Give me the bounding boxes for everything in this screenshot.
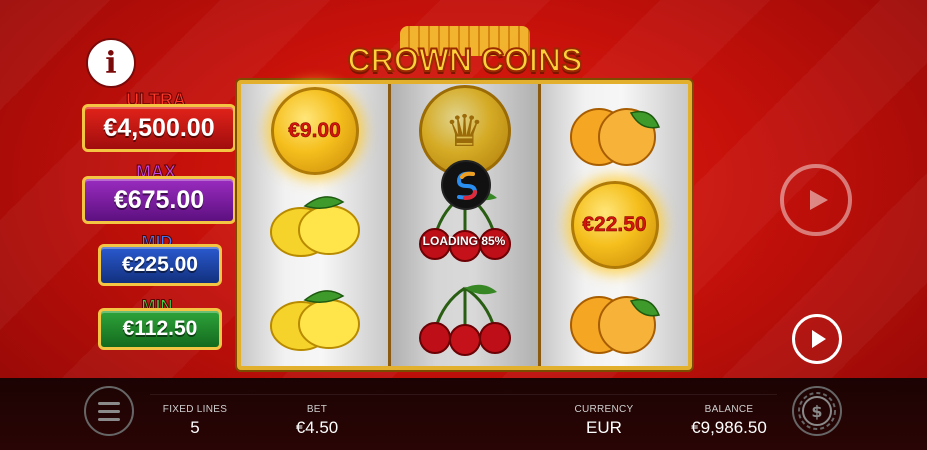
bet-settings-button[interactable]: $ [792, 386, 842, 436]
symbol-coin: €9.00 [241, 84, 388, 178]
reel-1: €9.00 [241, 84, 388, 366]
spin-icon [812, 330, 826, 348]
menu-icon [98, 401, 120, 405]
coin-symbol: €22.50 [570, 181, 659, 269]
jackpot-min: MIN €112.50 [98, 296, 222, 352]
info-button[interactable]: i [86, 38, 136, 88]
cherry-icon [418, 284, 511, 356]
provider-logo-icon [456, 171, 478, 200]
jackpot-max: MAX €675.00 [82, 162, 236, 224]
fixed-lines-label: FIXED LINES [162, 404, 228, 415]
balance: BALANCE €9,986.50 [676, 404, 782, 438]
orange-icon [569, 296, 660, 354]
menu-icon-line [98, 409, 120, 413]
symbol-orange [541, 84, 688, 178]
balance-label: BALANCE [704, 404, 754, 415]
balance-value: €9,986.50 [691, 418, 767, 437]
symbol-coin: €22.50 [541, 178, 688, 272]
lemon-icon [269, 196, 360, 257]
lemon-icon [269, 290, 360, 351]
bet: BET €4.50 [282, 404, 352, 438]
jackpot-value: €112.50 [98, 308, 222, 350]
currency-label: CURRENCY [574, 404, 634, 415]
bottom-bar: FIXED LINES 5 BET €4.50 CURRENCY EUR BAL… [0, 378, 927, 450]
menu-icon-line [98, 417, 120, 421]
reel-area: €9.00 ♛ €22.50 [237, 80, 692, 370]
coin-stack-icon: $ [798, 392, 836, 430]
symbol-lemon [241, 178, 388, 272]
jackpot-value: €4,500.00 [82, 104, 236, 152]
menu-button[interactable] [84, 386, 134, 436]
game-logo: CROWN COINS [345, 26, 585, 82]
symbol-lemon [241, 272, 388, 366]
coin-symbol: €9.00 [270, 87, 359, 175]
orange-icon [569, 108, 660, 166]
reel-2: ♛ [391, 84, 538, 366]
loading-spinner [441, 160, 491, 210]
jackpot-value: €675.00 [82, 176, 236, 224]
bet-label: BET [306, 404, 328, 415]
jackpot-value: €225.00 [98, 244, 222, 286]
symbol-orange [541, 272, 688, 366]
jackpot-mid: MID €225.00 [98, 232, 222, 288]
symbol-cherry [391, 272, 538, 366]
currency-value: EUR [586, 418, 622, 437]
currency: CURRENCY EUR [568, 404, 640, 438]
logo-text: CROWN COINS [347, 41, 584, 79]
autoplay-icon [810, 190, 828, 210]
divider [150, 394, 777, 395]
reel-3: €22.50 [541, 84, 688, 366]
spin-button[interactable] [792, 314, 842, 364]
bet-value: €4.50 [295, 418, 339, 437]
autoplay-button[interactable] [780, 164, 852, 236]
loading-text: LOADING 85% [422, 234, 506, 248]
svg-text:$: $ [811, 402, 822, 421]
jackpot-ultra: ULTRA €4,500.00 [82, 90, 236, 152]
info-icon: i [105, 45, 117, 81]
fixed-lines-value: 5 [190, 418, 200, 437]
fixed-lines: FIXED LINES 5 [160, 404, 230, 438]
